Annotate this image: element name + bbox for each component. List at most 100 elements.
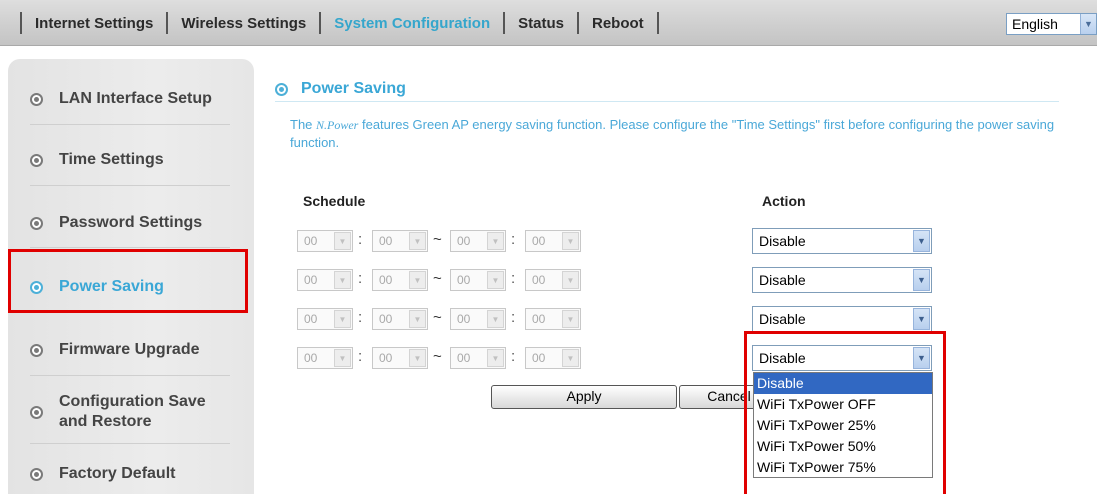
end-hour-select[interactable]: 00 ▼ xyxy=(450,347,506,369)
end-hour-select[interactable]: 00 ▼ xyxy=(450,230,506,252)
nav-status[interactable]: Status xyxy=(518,15,564,32)
time-colon: : xyxy=(358,348,363,365)
select-value: 00 xyxy=(532,273,546,287)
nav-separator xyxy=(576,12,579,34)
action-header: Action xyxy=(762,193,806,209)
apply-button[interactable]: Apply xyxy=(491,385,677,409)
chevron-down-icon: ▼ xyxy=(409,271,426,289)
chevron-down-icon: ▼ xyxy=(334,271,351,289)
select-value: 00 xyxy=(457,273,471,287)
sidebar-divider xyxy=(30,185,230,186)
chevron-down-icon: ▼ xyxy=(562,310,579,328)
select-value: 00 xyxy=(379,273,393,287)
page-description: The N.Power features Green AP energy sav… xyxy=(290,116,1070,152)
start-hour-select[interactable]: 00 ▼ xyxy=(297,347,353,369)
radio-bullet-icon xyxy=(30,467,43,481)
chevron-down-icon: ▼ xyxy=(562,271,579,289)
chevron-down-icon: ▼ xyxy=(913,269,930,291)
sidebar-item-factory-default[interactable]: Factory Default xyxy=(30,464,175,484)
end-minute-select[interactable]: 00 ▼ xyxy=(525,269,581,291)
end-minute-select[interactable]: 00 ▼ xyxy=(525,230,581,252)
select-value: 00 xyxy=(532,351,546,365)
start-hour-select[interactable]: 00 ▼ xyxy=(297,269,353,291)
action-select[interactable]: Disable ▼ xyxy=(752,228,932,254)
schedule-header: Schedule xyxy=(303,193,366,209)
time-colon: : xyxy=(358,309,363,326)
top-nav: Internet Settings Wireless Settings Syst… xyxy=(0,12,672,34)
sidebar-item-label: LAN Interface Setup xyxy=(59,90,212,107)
chevron-down-icon: ▼ xyxy=(487,310,504,328)
chevron-down-icon: ▼ xyxy=(562,349,579,367)
sidebar-item-configuration-save-restore[interactable]: Configuration Save and Restore xyxy=(30,392,219,432)
select-value: 00 xyxy=(304,234,318,248)
select-value: 00 xyxy=(304,273,318,287)
radio-bullet-icon xyxy=(30,92,43,106)
chevron-down-icon: ▼ xyxy=(334,349,351,367)
nav-separator xyxy=(166,12,169,34)
start-hour-select[interactable]: 00 ▼ xyxy=(297,308,353,330)
select-value: 00 xyxy=(304,312,318,326)
description-text: features Green AP energy saving function… xyxy=(290,117,1055,150)
select-value: Disable xyxy=(759,311,806,327)
select-value: 00 xyxy=(457,234,471,248)
language-select[interactable]: English ▼ xyxy=(1006,13,1097,35)
end-minute-select[interactable]: 00 ▼ xyxy=(525,308,581,330)
time-colon: : xyxy=(358,270,363,287)
sidebar-item-firmware-upgrade[interactable]: Firmware Upgrade xyxy=(30,340,199,360)
radio-bullet-icon xyxy=(30,405,43,419)
select-value: 00 xyxy=(532,234,546,248)
start-minute-select[interactable]: 00 ▼ xyxy=(372,269,428,291)
range-separator: ~ xyxy=(433,348,442,365)
select-value: 00 xyxy=(379,312,393,326)
time-colon: : xyxy=(358,231,363,248)
radio-bullet-icon xyxy=(30,153,43,167)
chevron-down-icon: ▼ xyxy=(409,349,426,367)
nav-system-configuration[interactable]: System Configuration xyxy=(334,15,490,32)
sidebar-divider xyxy=(30,375,230,376)
sidebar-item-time-settings[interactable]: Time Settings xyxy=(30,150,164,170)
sidebar-item-lan-interface-setup[interactable]: LAN Interface Setup xyxy=(30,89,212,109)
brand-name: N.Power xyxy=(316,118,359,132)
start-minute-select[interactable]: 00 ▼ xyxy=(372,230,428,252)
chevron-down-icon: ▼ xyxy=(913,308,930,330)
highlight-box-action-dropdown xyxy=(744,331,946,494)
nav-separator xyxy=(656,12,659,34)
sidebar-divider xyxy=(30,124,230,125)
radio-bullet-icon xyxy=(30,216,43,230)
nav-wireless-settings[interactable]: Wireless Settings xyxy=(181,15,306,32)
range-separator: ~ xyxy=(433,231,442,248)
sidebar-item-label: Configuration Save and Restore xyxy=(59,393,206,430)
start-minute-select[interactable]: 00 ▼ xyxy=(372,308,428,330)
action-select[interactable]: Disable ▼ xyxy=(752,306,932,332)
language-value: English xyxy=(1012,16,1058,32)
page-title-text: Power Saving xyxy=(301,80,406,97)
time-colon: : xyxy=(511,231,516,248)
chevron-down-icon: ▼ xyxy=(562,232,579,250)
sidebar-item-password-settings[interactable]: Password Settings xyxy=(30,213,202,233)
sidebar-divider xyxy=(30,247,230,248)
range-separator: ~ xyxy=(433,270,442,287)
chevron-down-icon: ▼ xyxy=(334,232,351,250)
action-select[interactable]: Disable ▼ xyxy=(752,267,932,293)
end-hour-select[interactable]: 00 ▼ xyxy=(450,308,506,330)
sidebar-item-label: Password Settings xyxy=(59,214,203,231)
sidebar-divider xyxy=(30,443,230,444)
description-prefix: The xyxy=(290,117,317,132)
nav-reboot[interactable]: Reboot xyxy=(592,15,644,32)
chevron-down-icon: ▼ xyxy=(487,349,504,367)
start-minute-select[interactable]: 00 ▼ xyxy=(372,347,428,369)
chevron-down-icon: ▼ xyxy=(334,310,351,328)
sidebar-item-label: Firmware Upgrade xyxy=(59,341,200,358)
start-hour-select[interactable]: 00 ▼ xyxy=(297,230,353,252)
time-colon: : xyxy=(511,309,516,326)
chevron-down-icon: ▼ xyxy=(913,230,930,252)
end-hour-select[interactable]: 00 ▼ xyxy=(450,269,506,291)
select-value: 00 xyxy=(379,234,393,248)
chevron-down-icon[interactable]: ▼ xyxy=(1080,14,1096,34)
select-value: 00 xyxy=(457,312,471,326)
chevron-down-icon: ▼ xyxy=(487,271,504,289)
select-value: 00 xyxy=(379,351,393,365)
nav-internet-settings[interactable]: Internet Settings xyxy=(35,15,153,32)
sidebar-item-label: Time Settings xyxy=(59,151,164,168)
end-minute-select[interactable]: 00 ▼ xyxy=(525,347,581,369)
